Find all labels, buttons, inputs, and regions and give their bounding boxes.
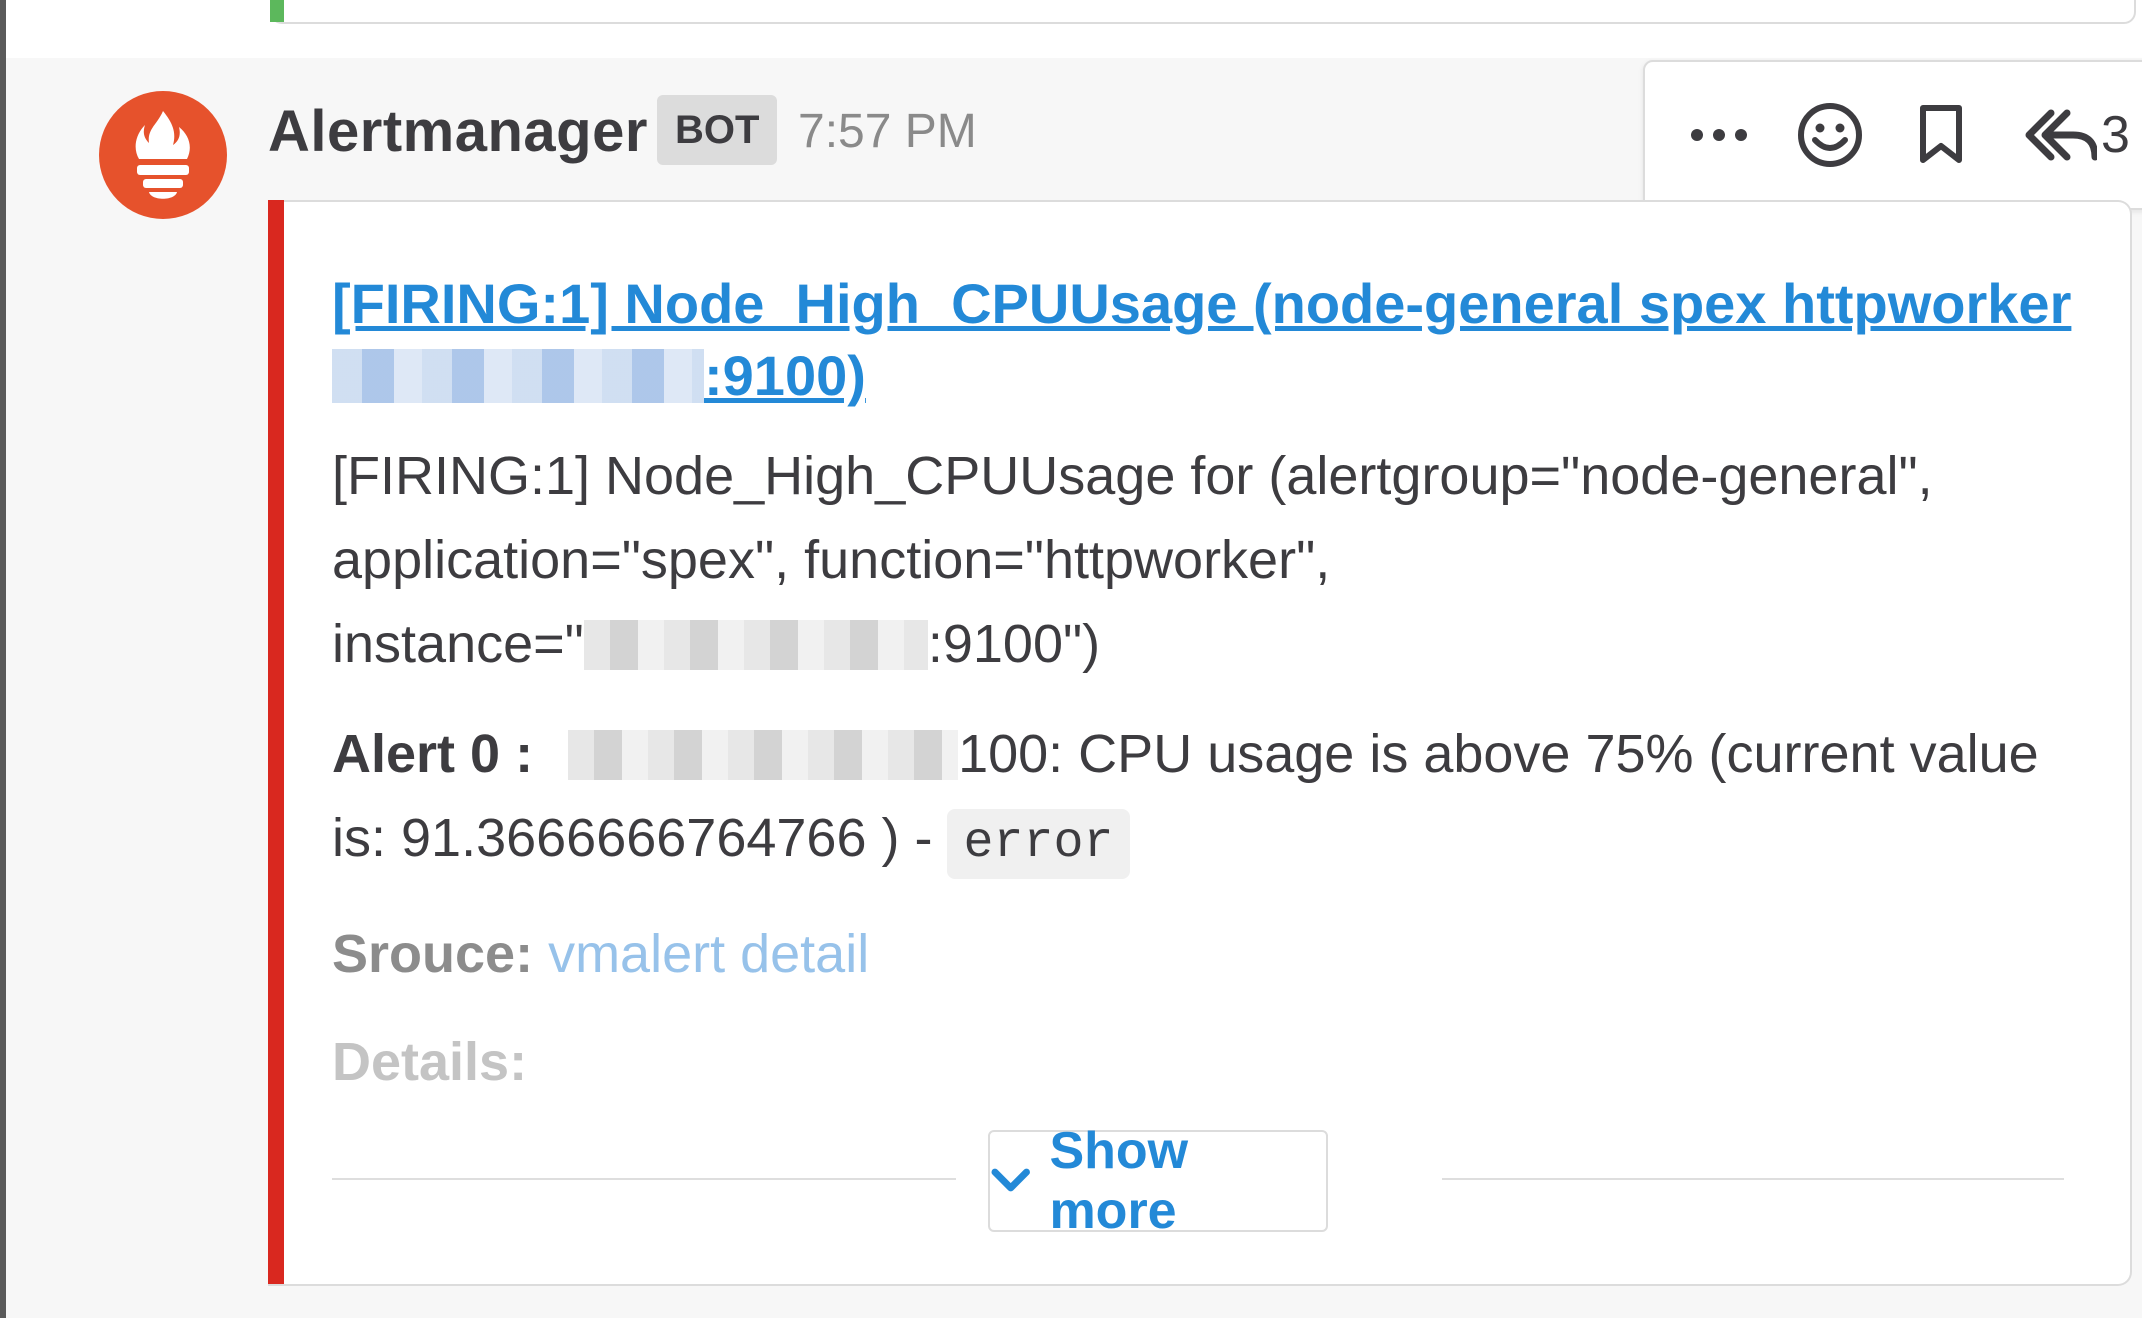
attachment-title-link[interactable]: [FIRING:1] Node_High_CPUUsage (node-gene… — [332, 268, 2092, 412]
details-label: Details: — [332, 1032, 528, 1092]
body-line-3-prefix: instance=" — [332, 614, 584, 674]
body-line-1: [FIRING:1] Node_High_CPUUsage for (alert… — [332, 446, 1933, 506]
attachment-color-bar — [268, 200, 284, 1284]
alert-value: is: 91.3666666764766 ) - — [332, 808, 933, 868]
post-actions-menu: 3 — [1643, 60, 2142, 210]
reply-count: 3 — [2101, 106, 2130, 164]
alert-text: 100: CPU usage is above 75% (current val… — [958, 724, 2039, 784]
redacted-alert-host — [568, 730, 959, 780]
source-line: Srouce: vmalert detail — [332, 912, 869, 996]
post-timestamp[interactable]: 7:57 PM — [798, 104, 977, 159]
reply-arrow-icon — [2025, 109, 2097, 161]
channel-left-border — [0, 0, 6, 1318]
show-more-divider-right — [1442, 1178, 2064, 1180]
add-reaction-button[interactable] — [1797, 102, 1863, 168]
show-more-label: Show more — [1049, 1122, 1189, 1240]
previous-attachment — [270, 0, 2136, 24]
more-actions-button[interactable] — [1689, 102, 1749, 168]
show-more-button[interactable]: Show more — [988, 1122, 1328, 1240]
bookmark-icon — [1920, 105, 1962, 163]
show-more-divider-left — [332, 1178, 956, 1180]
details-line: Details: — [332, 1020, 527, 1104]
title-line-2: :9100) — [704, 344, 866, 407]
title-line-1: [FIRING:1] Node_High_CPUUsage (node-gene… — [332, 272, 2072, 335]
alert-label: Alert 0 : — [332, 724, 534, 784]
emoji-smile-icon — [1798, 103, 1862, 167]
more-dots-icon — [1691, 129, 1747, 141]
prometheus-flame-icon — [135, 111, 190, 199]
body-line-3-suffix: :9100") — [927, 614, 1101, 674]
bot-avatar[interactable] — [99, 91, 227, 219]
chevron-down-icon — [991, 1168, 1030, 1192]
redacted-instance — [583, 620, 928, 670]
severity-code: error — [947, 809, 1130, 879]
alert-line: Alert 0 : 100: CPU usage is above 75% (c… — [332, 712, 2039, 880]
redacted-ip — [332, 349, 704, 403]
post-author-name[interactable]: Alertmanager — [268, 98, 648, 165]
save-post-button[interactable] — [1917, 102, 1965, 168]
previous-attachment-color-bar — [270, 0, 284, 22]
reply-button[interactable]: 3 — [2021, 102, 2130, 168]
body-line-2: application="spex", function="httpworker… — [332, 530, 1331, 590]
source-label: Srouce: — [332, 924, 534, 984]
attachment-body: [FIRING:1] Node_High_CPUUsage for (alert… — [332, 434, 1933, 686]
vmalert-detail-link[interactable]: vmalert detail — [548, 924, 869, 984]
bot-badge: BOT — [657, 95, 778, 165]
